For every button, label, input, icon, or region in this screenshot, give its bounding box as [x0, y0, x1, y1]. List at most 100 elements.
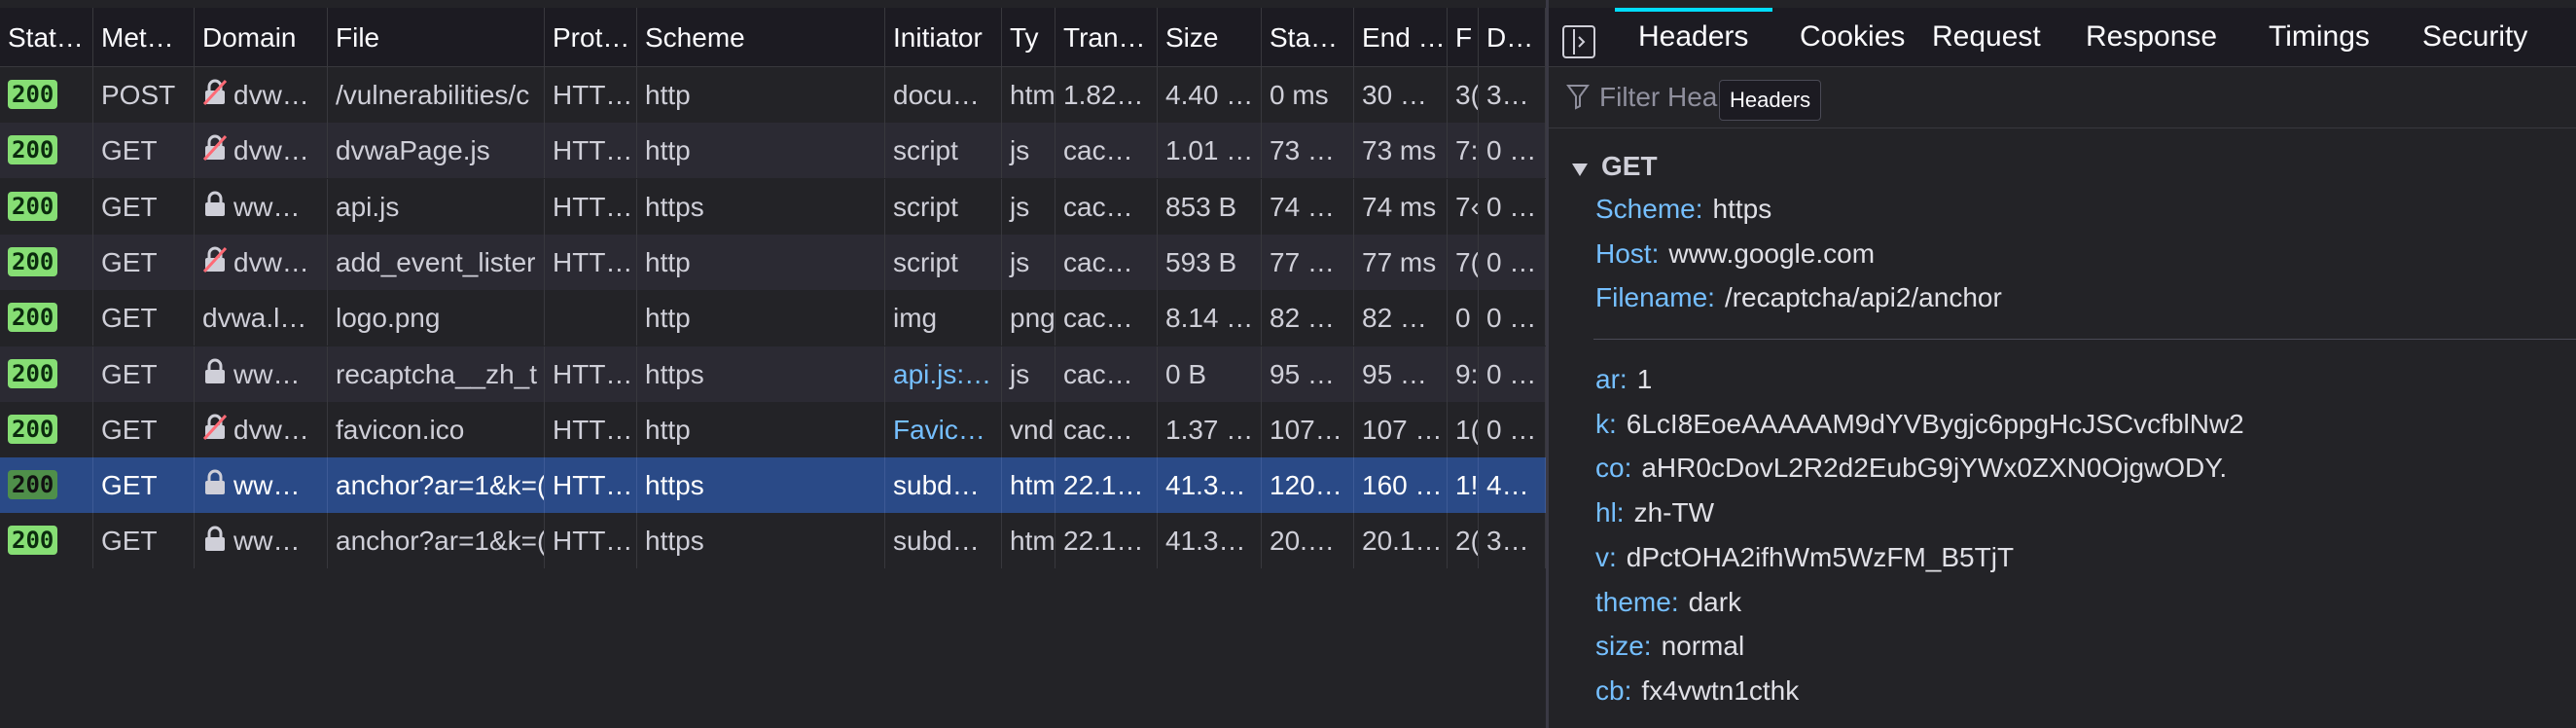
size-cell: 853 B	[1158, 178, 1262, 235]
file-cell: api.js	[328, 178, 545, 235]
protocol-cell: HTT…	[545, 513, 637, 569]
size-cell: 0 B	[1158, 346, 1262, 402]
protocol-cell: HTT…	[545, 234, 637, 290]
request-row[interactable]: 200 GET dvw… add_event_lister HTT… http script…	[0, 234, 1546, 290]
filter-bar	[1549, 67, 2576, 128]
f-cell: 9:	[1448, 346, 1479, 402]
transferred-cell: cac…	[1055, 123, 1158, 179]
file-cell: recaptcha__zh_t	[328, 346, 545, 402]
status-badge: 200	[8, 246, 58, 276]
end-cell: 73 ms	[1354, 123, 1448, 179]
size-cell: 41.3…	[1158, 457, 1262, 514]
domain-text: ww…	[233, 191, 301, 222]
request-row[interactable]: 200 GET dvwa.l… logo.png http img png cac… 8.14 …	[0, 290, 1546, 346]
type-cell: js	[1002, 346, 1055, 402]
tab-security[interactable]: Security	[2422, 8, 2527, 66]
request-row[interactable]: 200 POST dvw… /vulnerabilities/c HTT… http doc…	[0, 67, 1546, 123]
field-key: Filename:	[1595, 282, 1715, 312]
tab-timings[interactable]: Timings	[2269, 8, 2370, 66]
field-key: ar:	[1595, 364, 1628, 394]
status-cell: 200	[0, 513, 93, 569]
initiator-cell[interactable]: api.js:…	[885, 346, 1002, 402]
field-value: /recaptcha/api2/anchor	[1724, 282, 2002, 312]
field-value: zh-TW	[1633, 497, 1715, 528]
column-header[interactable]: D…	[1479, 8, 1546, 66]
tab-request[interactable]: Request	[1932, 8, 2041, 66]
domain-text: ww…	[233, 526, 301, 557]
transferred-cell: cac…	[1055, 234, 1158, 290]
file-cell: add_event_lister	[328, 234, 545, 290]
column-header[interactable]: Prot…	[545, 8, 637, 66]
column-header[interactable]: Scheme	[637, 8, 885, 66]
column-header[interactable]: Ty	[1002, 8, 1055, 66]
field-key: Host:	[1595, 237, 1660, 269]
domain-cell: dvw…	[195, 67, 328, 123]
method-cell: GET	[93, 457, 195, 514]
start-cell: 77 …	[1262, 234, 1354, 290]
column-header[interactable]: Size	[1158, 8, 1262, 66]
insecure-lock-icon	[202, 237, 228, 290]
request-row[interactable]: 200 GET dvw… favicon.ico HTT… http Favic… vnd ca…	[0, 401, 1546, 457]
status-badge: 200	[8, 470, 58, 500]
scheme-cell: https	[637, 346, 885, 402]
initiator-cell: img	[885, 290, 1002, 346]
status-cell: 200	[0, 123, 93, 179]
request-row[interactable]: 200 GET ww… api.js HTT… https script js cac… 853 …	[0, 178, 1546, 235]
scheme-cell: http	[637, 67, 885, 123]
toggle-sidebar-icon[interactable]	[1562, 25, 1595, 58]
header-field: Scheme: https	[1595, 194, 1771, 225]
filter-icon	[1566, 83, 1590, 115]
end-cell: 82 …	[1354, 290, 1448, 346]
protocol-cell: HTT…	[545, 346, 637, 402]
tab-cookies[interactable]: Cookies	[1800, 8, 1905, 66]
section-toggle-get[interactable]: GET	[1572, 151, 1658, 184]
column-header[interactable]: Stat…	[0, 8, 93, 66]
transferred-cell: cac…	[1055, 346, 1158, 402]
insecure-lock-icon	[202, 69, 228, 123]
protocol-cell	[545, 290, 637, 346]
initiator-cell[interactable]: Favic…	[885, 401, 1002, 457]
request-details-panel: Headers Cookies Request Response Timings Secu…	[1549, 0, 2576, 728]
column-header[interactable]: Met…	[93, 8, 195, 66]
column-header[interactable]: End …	[1354, 8, 1448, 66]
column-header[interactable]: Domain	[195, 8, 328, 66]
domain-text: dvw…	[233, 246, 309, 277]
initiator-cell: subd…	[885, 457, 1002, 514]
tab-response[interactable]: Response	[2086, 8, 2217, 66]
column-header[interactable]: File	[328, 8, 545, 66]
column-header[interactable]: Tran…	[1055, 8, 1158, 66]
header-field: k: 6LcI8EoeAAAAAM9dYVBygjc6ppgHcJSCvcfblN…	[1595, 409, 2244, 440]
column-header[interactable]: Initiator	[885, 8, 1002, 66]
triangle-down-icon	[1572, 153, 1588, 184]
active-tab-indicator	[1615, 8, 1772, 12]
method-cell: GET	[93, 513, 195, 569]
request-row[interactable]: 200 GET ww… recaptcha__zh_t HTT… https api.js:…	[0, 346, 1546, 402]
request-row[interactable]: 200 GET ww… anchor?ar=1&k=(HTT… https subd… ht…	[0, 457, 1546, 514]
status-badge: 200	[8, 526, 58, 556]
end-cell: 107 …	[1354, 401, 1448, 457]
transferred-cell: 22.1…	[1055, 457, 1158, 514]
method-cell: GET	[93, 234, 195, 290]
method-cell: GET	[93, 123, 195, 179]
status-badge: 200	[8, 358, 58, 388]
start-cell: 82 …	[1262, 290, 1354, 346]
tab-headers[interactable]: Headers	[1638, 8, 1748, 66]
details-tab-bar: Headers Cookies Request Response Timings Secu…	[1549, 8, 2576, 67]
column-header[interactable]: Sta…	[1262, 8, 1354, 66]
transferred-cell: 1.82…	[1055, 67, 1158, 123]
field-key: hl:	[1595, 497, 1625, 528]
d-cell: 3…	[1479, 67, 1546, 123]
tooltip: Headers	[1719, 80, 1822, 121]
domain-text: dvw…	[233, 135, 309, 166]
start-cell: 20.…	[1262, 513, 1354, 569]
lock-icon	[202, 516, 228, 569]
scheme-cell: http	[637, 234, 885, 290]
file-cell: /vulnerabilities/c	[328, 67, 545, 123]
field-value: aHR0cDovL2R2d2EubG9jYWx0ZXN0OjgwODY.	[1641, 453, 2228, 484]
column-header[interactable]: F	[1448, 8, 1479, 66]
initiator-cell: script	[885, 123, 1002, 179]
request-row[interactable]: 200 GET ww… anchor?ar=1&k=(HTT… https subd… ht…	[0, 513, 1546, 569]
size-cell: 1.01 …	[1158, 123, 1262, 179]
request-row[interactable]: 200 GET dvw… dvwaPage.js HTT… http script js cac…	[0, 123, 1546, 179]
start-cell: 120…	[1262, 457, 1354, 514]
